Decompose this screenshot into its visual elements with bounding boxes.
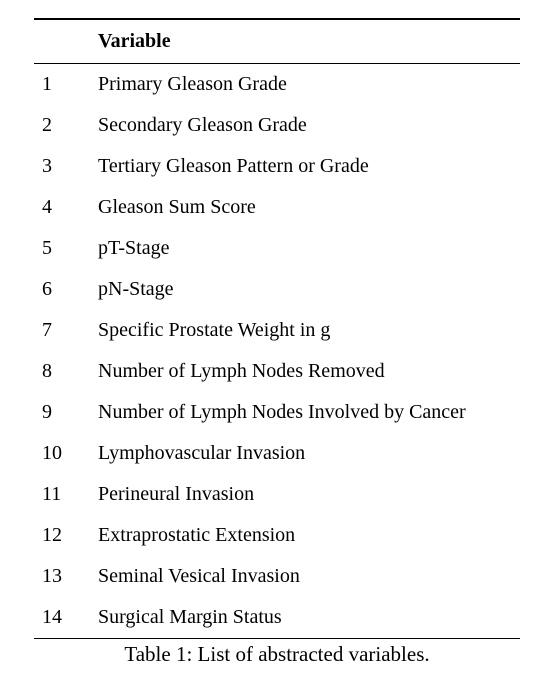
row-variable: Lymphovascular Invasion [90, 433, 520, 474]
variables-table: Variable 1 Primary Gleason Grade 2 Secon… [34, 18, 520, 639]
table-row: 14 Surgical Margin Status [34, 597, 520, 639]
table-row: 13 Seminal Vesical Invasion [34, 556, 520, 597]
row-variable: Perineural Invasion [90, 474, 520, 515]
row-num: 8 [34, 351, 90, 392]
row-variable: Surgical Margin Status [90, 597, 520, 639]
table-row: 4 Gleason Sum Score [34, 187, 520, 228]
table-row: 3 Tertiary Gleason Pattern or Grade [34, 146, 520, 187]
row-variable: Extraprostatic Extension [90, 515, 520, 556]
row-num: 7 [34, 310, 90, 351]
table-row: 9 Number of Lymph Nodes Involved by Canc… [34, 392, 520, 433]
row-num: 10 [34, 433, 90, 474]
row-num: 9 [34, 392, 90, 433]
row-num: 12 [34, 515, 90, 556]
row-num: 2 [34, 105, 90, 146]
row-num: 6 [34, 269, 90, 310]
row-variable: Primary Gleason Grade [90, 64, 520, 106]
row-num: 13 [34, 556, 90, 597]
row-num: 4 [34, 187, 90, 228]
row-variable: Number of Lymph Nodes Removed [90, 351, 520, 392]
table-row: 1 Primary Gleason Grade [34, 64, 520, 106]
table-row: 5 pT-Stage [34, 228, 520, 269]
header-num [34, 19, 90, 64]
row-variable: Gleason Sum Score [90, 187, 520, 228]
row-variable: pT-Stage [90, 228, 520, 269]
table-row: 12 Extraprostatic Extension [34, 515, 520, 556]
row-num: 5 [34, 228, 90, 269]
row-variable: Tertiary Gleason Pattern or Grade [90, 146, 520, 187]
table-row: 7 Specific Prostate Weight in g [34, 310, 520, 351]
row-variable: Specific Prostate Weight in g [90, 310, 520, 351]
row-variable: Number of Lymph Nodes Involved by Cancer [90, 392, 520, 433]
table-row: 6 pN-Stage [34, 269, 520, 310]
row-variable: Secondary Gleason Grade [90, 105, 520, 146]
table-row: 2 Secondary Gleason Grade [34, 105, 520, 146]
row-variable: pN-Stage [90, 269, 520, 310]
row-num: 14 [34, 597, 90, 639]
row-num: 3 [34, 146, 90, 187]
table-row: 8 Number of Lymph Nodes Removed [34, 351, 520, 392]
row-num: 1 [34, 64, 90, 106]
table-caption: Table 1: List of abstracted variables. [34, 639, 520, 667]
table-body: 1 Primary Gleason Grade 2 Secondary Glea… [34, 64, 520, 639]
row-num: 11 [34, 474, 90, 515]
header-variable: Variable [90, 19, 520, 64]
table-row: 10 Lymphovascular Invasion [34, 433, 520, 474]
table-container: Variable 1 Primary Gleason Grade 2 Secon… [0, 0, 554, 677]
table-row: 11 Perineural Invasion [34, 474, 520, 515]
row-variable: Seminal Vesical Invasion [90, 556, 520, 597]
table-header-row: Variable [34, 19, 520, 64]
